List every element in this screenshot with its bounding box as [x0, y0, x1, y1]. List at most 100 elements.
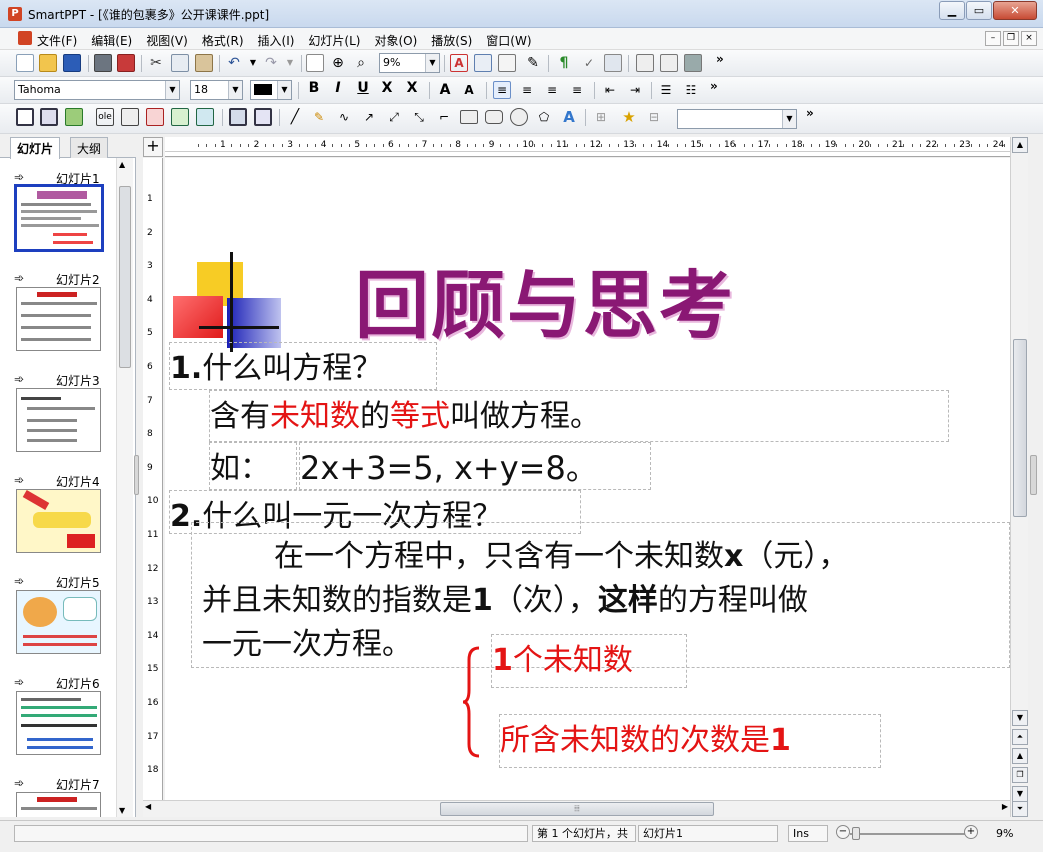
example-equation-textbox[interactable]: 2x+3=5, x+y=8。	[299, 442, 651, 490]
slide-thumbnail[interactable]: ➾ 幻灯片3	[0, 368, 116, 468]
line-icon[interactable]: ╱	[286, 108, 304, 126]
numbered-list-icon[interactable]: ☷	[682, 81, 700, 99]
example-label-textbox[interactable]: 如：	[209, 442, 297, 490]
slide-thumbnail[interactable]: ➾ 幻灯片7	[0, 772, 116, 817]
underline-button[interactable]: U	[354, 80, 372, 96]
arrow-icon[interactable]: ↗	[360, 108, 378, 126]
paragraph-icon[interactable]: ¶	[555, 54, 573, 72]
scroll-down-icon[interactable]: ▼	[1012, 710, 1028, 726]
minimize-button[interactable]: ▁	[939, 1, 965, 20]
insert-mode[interactable]: Ins	[788, 825, 828, 842]
menu-play[interactable]: 播放(S)	[431, 32, 472, 49]
shapes-icon[interactable]: ⬠	[535, 108, 553, 126]
doc-minimize-button[interactable]: –	[985, 31, 1001, 46]
zoom-slider-track[interactable]	[850, 833, 966, 835]
document-icon[interactable]	[18, 31, 32, 45]
toolbar-overflow-icon[interactable]: »	[806, 106, 814, 120]
picture-frame-icon[interactable]	[196, 108, 214, 126]
slide-thumbnail[interactable]: ➾ 幻灯片6	[0, 671, 116, 771]
zoom-icon[interactable]: ⊕	[329, 54, 347, 72]
rectangle-icon[interactable]	[460, 110, 478, 124]
align-center-icon[interactable]: ≡	[518, 81, 536, 99]
slide-thumbnail[interactable]: ➾ 幻灯片1	[0, 166, 116, 266]
first-slide-icon[interactable]: ⏶	[1012, 729, 1028, 745]
slide-thumbnail[interactable]: ➾ 幻灯片2	[0, 267, 116, 367]
menu-slide[interactable]: 幻灯片(L)	[308, 32, 360, 49]
slide-sorter-icon[interactable]: ❐	[1012, 767, 1028, 783]
text-icon[interactable]: A	[450, 54, 468, 72]
menu-format[interactable]: 格式(R)	[202, 32, 244, 49]
elbow-connector-icon[interactable]: ⤡	[410, 108, 428, 126]
image-icon[interactable]	[65, 108, 83, 126]
chart-icon[interactable]	[604, 54, 622, 72]
clear-format-button[interactable]: X	[403, 80, 421, 96]
right-splitter[interactable]	[1030, 455, 1037, 495]
chart-frame-icon[interactable]	[171, 108, 189, 126]
panel-scrollbar[interactable]: ▲ ▼	[116, 158, 133, 817]
scroll-up-icon[interactable]: ▲	[1012, 137, 1028, 153]
menu-object[interactable]: 对象(O)	[374, 32, 417, 49]
note2-textbox[interactable]: 所含未知数的次数是1	[499, 714, 881, 768]
group-icon[interactable]: ⊞	[592, 108, 610, 126]
horizontal-scrollbar[interactable]: ◀ ⦙⦙⦙ ▶	[143, 800, 1010, 817]
previous-slide-icon[interactable]: ▲	[1012, 748, 1028, 764]
align-right-icon[interactable]: ≡	[543, 81, 561, 99]
ellipse-icon[interactable]	[510, 108, 528, 126]
horizontal-scroll-thumb[interactable]: ⦙⦙⦙	[440, 802, 714, 816]
horizontal-ruler[interactable]: 1234567891011121314151617181920212223242…	[165, 137, 1010, 157]
font-color-select[interactable]: ▼	[250, 80, 292, 100]
tab-slides[interactable]: 幻灯片	[10, 137, 61, 159]
vertical-scroll-thumb[interactable]	[1013, 339, 1027, 517]
toolbar-overflow-icon[interactable]: »	[710, 79, 718, 93]
font-size-select[interactable]: 18 ▼	[190, 80, 243, 100]
ungroup-icon[interactable]: ⊟	[645, 108, 663, 126]
object-icon[interactable]	[684, 54, 702, 72]
vertical-ruler[interactable]: 1 2 3 4 5 6 7 8 9 10 11 12 13 14 15 16 17 18	[143, 158, 163, 800]
spellcheck-icon[interactable]: ✓	[580, 54, 598, 72]
increase-indent-icon[interactable]: ⇥	[626, 81, 644, 99]
zoom-select[interactable]: 9% ▼	[379, 53, 440, 73]
formula-icon[interactable]	[121, 108, 139, 126]
connector-icon[interactable]: ⤢	[385, 108, 403, 126]
paste-icon[interactable]	[195, 54, 213, 72]
next-slide-icon[interactable]: ▼	[1012, 786, 1028, 802]
slide-thumbnail[interactable]: ➾ 幻灯片4	[0, 469, 116, 569]
scroll-up-icon[interactable]: ▲	[119, 160, 125, 169]
redo-icon[interactable]: ↷	[262, 54, 280, 72]
bullet-list-icon[interactable]: ☰	[657, 81, 675, 99]
menu-window[interactable]: 窗口(W)	[486, 32, 531, 49]
slide-canvas[interactable]: 回顾与思考 1.什么叫方程？ 含有未知数的等式叫做方程。 如： 2x+3=5, …	[165, 158, 1010, 800]
scroll-right-icon[interactable]: ▶	[1002, 802, 1008, 811]
menu-file[interactable]: 文件(F)	[37, 32, 77, 49]
grow-font-icon[interactable]: A	[436, 81, 454, 99]
slide-thumbnail-list[interactable]: ➾ 幻灯片1 ➾ 幻灯片2 ➾ 幻灯片3 ➾ 幻灯片4 ➾ 幻灯片5 ➾ 幻灯片…	[0, 158, 116, 817]
doc-close-button[interactable]: ×	[1021, 31, 1037, 46]
zoom-in-button[interactable]: +	[964, 825, 978, 839]
slide-thumbnail[interactable]: ➾ 幻灯片5	[0, 570, 116, 670]
polyline-icon[interactable]: ⌐	[435, 108, 453, 126]
vertical-scrollbar[interactable]: ▲ ▼ ⏶ ▲ ❐ ▼ ⏷	[1010, 137, 1028, 817]
movie-icon[interactable]	[254, 108, 272, 126]
slide-size-icon[interactable]	[306, 54, 324, 72]
style-select[interactable]: ▼	[677, 109, 797, 129]
page-view-icon[interactable]	[660, 54, 678, 72]
scroll-left-icon[interactable]: ◀	[145, 802, 151, 811]
align-left-icon[interactable]: ≡	[493, 81, 511, 99]
bold-button[interactable]: B	[305, 80, 323, 96]
save-icon[interactable]	[63, 54, 81, 72]
menu-view[interactable]: 视图(V)	[146, 32, 188, 49]
tab-outline[interactable]: 大纲	[70, 137, 109, 158]
italic-button[interactable]: I	[329, 80, 347, 96]
copy-icon[interactable]	[171, 54, 189, 72]
brush-icon[interactable]: ✎	[524, 54, 542, 72]
undo-icon[interactable]: ↶	[225, 54, 243, 72]
frame-icon[interactable]	[16, 108, 34, 126]
rounded-rect-icon[interactable]	[485, 110, 503, 124]
ole-icon[interactable]: ole	[96, 108, 114, 126]
new-icon[interactable]	[16, 54, 34, 72]
pen-icon[interactable]: ✎	[310, 108, 328, 126]
panel-scroll-thumb[interactable]	[119, 186, 131, 368]
slide-title[interactable]: 回顾与思考	[355, 246, 735, 353]
panel-splitter[interactable]	[134, 455, 139, 495]
redo-dropdown-icon[interactable]: ▼	[281, 54, 299, 72]
